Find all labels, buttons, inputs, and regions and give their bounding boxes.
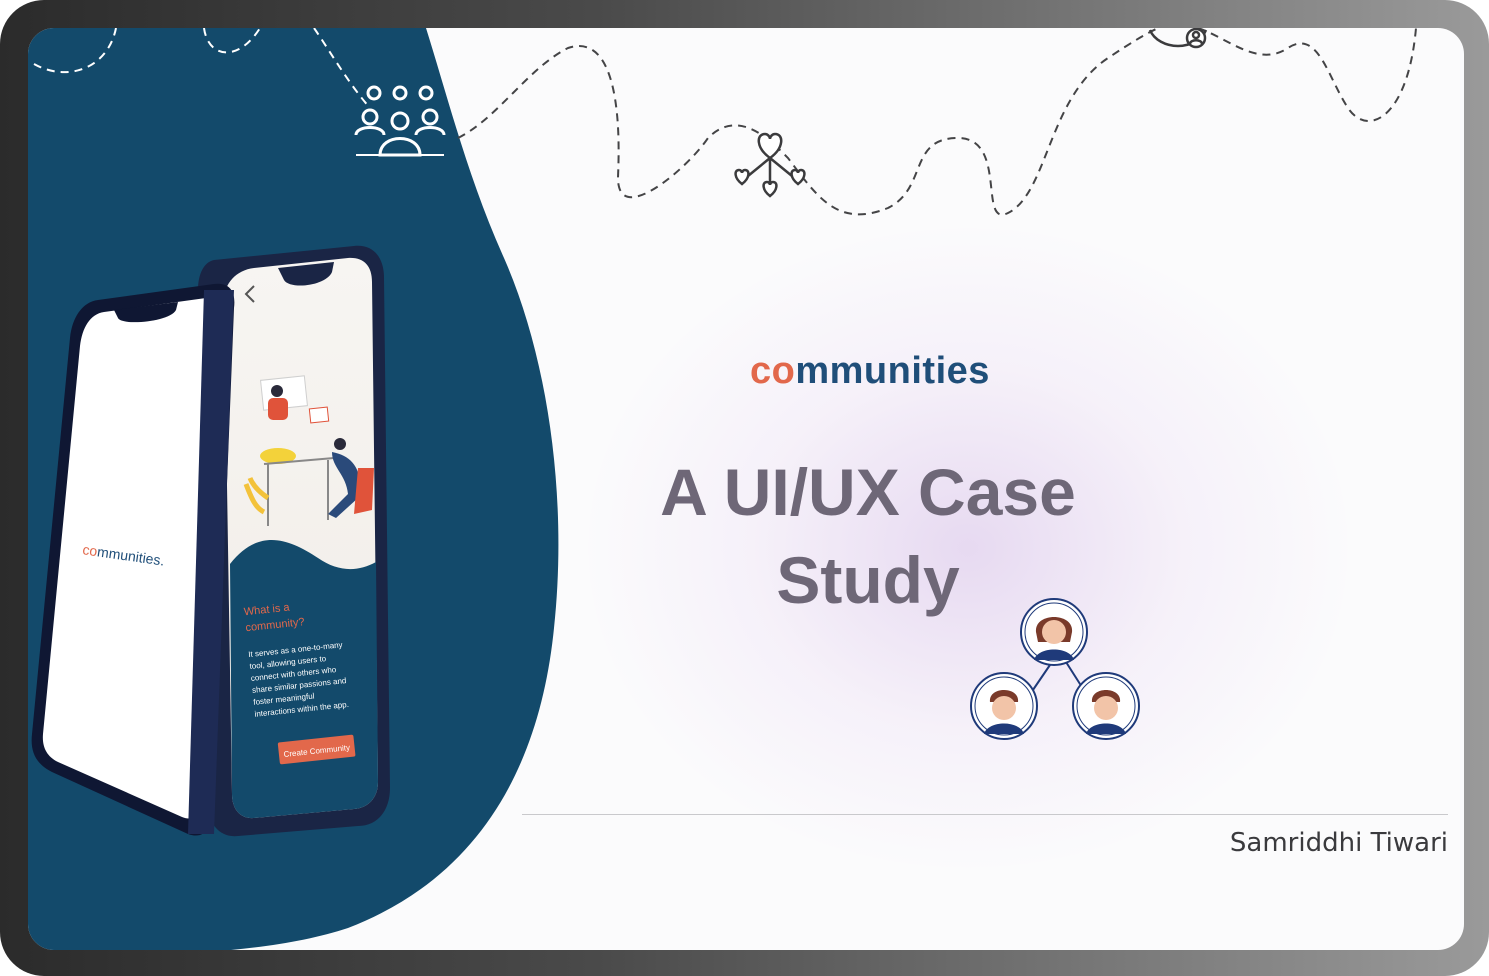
person-left [970, 672, 1038, 740]
divider [522, 814, 1448, 815]
author-name: Samriddhi Tiwari [1229, 828, 1448, 858]
person-top [1020, 598, 1088, 666]
hearts-network-icon [734, 132, 806, 198]
slide: What is a community? It serves as a one-… [28, 28, 1464, 950]
people-network-icon [970, 598, 1140, 740]
phone-left: communities. [31, 283, 235, 836]
brand-logo-co: co [750, 350, 796, 392]
hero-title-line1: A UI/UX Case [660, 455, 1076, 529]
globe-user-icon [1148, 28, 1208, 49]
dashed-path-main [457, 28, 1417, 216]
brand-logo-rest: mmunities [795, 350, 990, 392]
brand-logo: communities [750, 350, 990, 393]
phones-mockup: What is a community? It serves as a one-… [31, 245, 390, 837]
person-right [1072, 672, 1140, 740]
